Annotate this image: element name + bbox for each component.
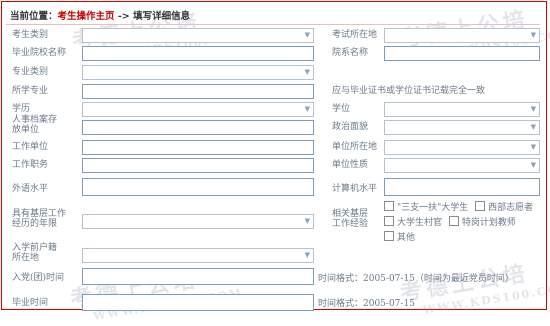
computer-level-label: 计算机水平	[332, 184, 378, 194]
breadcrumb-arrow: ->	[117, 11, 130, 22]
archive-unit-input[interactable]	[82, 120, 314, 135]
party-date-input[interactable]	[82, 268, 314, 285]
chevron-down-icon: ▼	[304, 31, 310, 39]
breadcrumb-divider	[6, 24, 540, 25]
chevron-down-icon: ▼	[304, 217, 310, 225]
breadcrumb-home-link[interactable]: 考生操作主页	[58, 11, 115, 22]
chevron-down-icon: ▼	[530, 31, 536, 39]
unit-location-label: 单位所在地	[332, 142, 378, 152]
major-category-label: 专业类别	[12, 67, 49, 77]
chevron-down-icon: ▼	[530, 105, 536, 113]
checkbox-label: 大学生村官	[397, 218, 443, 228]
exam-location-label: 考试所在地	[332, 30, 378, 40]
department-label: 院系名称	[332, 48, 369, 58]
degree-select[interactable]: ▼	[384, 102, 540, 117]
cert-note: 应与毕业证书或学位证书记载完全一致	[332, 86, 486, 96]
grassroots-exp-line-2: 大学生村官 特岗计划教师	[380, 216, 516, 228]
major-input[interactable]	[82, 84, 314, 99]
grad-date-hint: 时间格式：2005-07-15	[318, 299, 415, 309]
work-unit-input[interactable]	[82, 140, 314, 155]
unit-location-select[interactable]: ▼	[384, 140, 540, 155]
grad-date-input[interactable]	[82, 294, 314, 311]
major-category-select[interactable]: ▼	[82, 65, 314, 80]
work-unit-label: 工作单位	[12, 142, 49, 152]
archive-unit-label: 人事档案存放单位	[12, 115, 58, 135]
exam-type-label: 考生类别	[12, 30, 49, 40]
chevron-down-icon: ▼	[304, 68, 310, 76]
graduate-school-input[interactable]	[82, 46, 314, 61]
hukou-select[interactable]: ▼	[82, 248, 314, 263]
grassroots-years-select[interactable]: ▼	[82, 214, 314, 229]
breadcrumb: 当前位置：考生操作主页 -> 填写详细信息	[10, 8, 190, 22]
department-input[interactable]	[384, 46, 540, 61]
grad-date-label: 毕业时间	[12, 298, 49, 308]
grassroots-exp-line-3: 其他	[380, 231, 415, 243]
party-date-label: 入党(团)时间	[12, 273, 65, 283]
grassroots-exp-label: 相关基层工作经验	[332, 209, 369, 229]
computer-level-input[interactable]	[384, 178, 540, 196]
foreign-language-label: 外语水平	[12, 184, 49, 194]
chevron-down-icon: ▼	[530, 123, 536, 131]
unit-nature-select[interactable]: ▼	[384, 158, 540, 173]
checkbox-label: "三支一扶"大学生	[397, 203, 469, 213]
checkbox-village-official[interactable]	[384, 216, 394, 226]
checkbox-western-volunteer[interactable]	[475, 201, 486, 211]
breadcrumb-current: 填写详细信息	[133, 11, 191, 22]
graduate-school-label: 毕业院校名称	[12, 48, 67, 58]
checkbox-sanzhiyifu[interactable]	[384, 201, 394, 211]
degree-label: 学位	[332, 104, 351, 114]
checkbox-label: 西部志愿者	[488, 203, 534, 213]
checkbox-special-teacher[interactable]	[448, 216, 459, 226]
checkbox-other[interactable]	[384, 231, 394, 241]
party-date-hint: 时间格式：2005-07-15（时间为最近党员时间）	[318, 274, 514, 284]
hukou-label: 入学前户籍所在地	[12, 243, 58, 263]
breadcrumb-prefix: 当前位置：	[10, 11, 58, 22]
political-status-select[interactable]: ▼	[384, 120, 540, 135]
education-select[interactable]: ▼	[82, 102, 314, 117]
chevron-down-icon: ▼	[530, 143, 536, 151]
chevron-down-icon: ▼	[530, 161, 536, 169]
chevron-down-icon: ▼	[304, 251, 310, 259]
checkbox-label: 特岗计划教师	[461, 218, 516, 228]
foreign-language-input[interactable]	[82, 178, 314, 196]
unit-nature-label: 单位性质	[332, 160, 369, 170]
job-title-label: 工作职务	[12, 160, 49, 170]
education-label: 学历	[12, 104, 31, 114]
exam-type-select[interactable]: ▼	[82, 28, 314, 43]
chevron-down-icon: ▼	[304, 105, 310, 113]
grassroots-exp-line-1: "三支一扶"大学生 西部志愿者	[380, 201, 533, 213]
political-status-label: 政治面貌	[332, 122, 369, 132]
exam-location-select[interactable]: ▼	[384, 28, 540, 43]
grassroots-years-label: 具有基层工作经历的年限	[12, 209, 67, 229]
checkbox-label: 其他	[397, 233, 416, 243]
job-title-input[interactable]	[82, 158, 314, 173]
major-label: 所学专业	[12, 86, 49, 96]
